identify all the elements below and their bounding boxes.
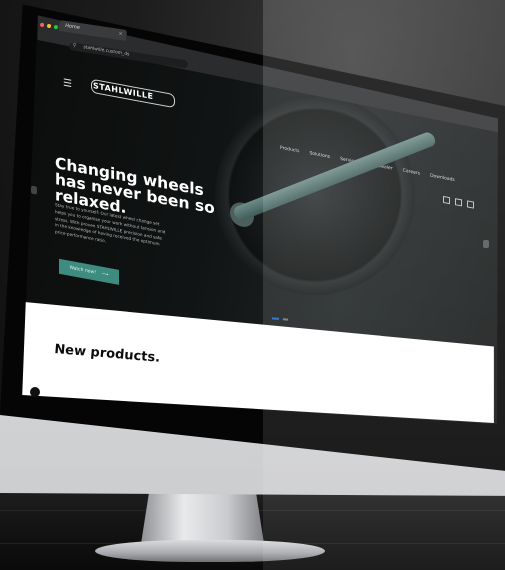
minimize-window-button[interactable] xyxy=(46,23,52,29)
language-icon[interactable] xyxy=(467,200,474,209)
tab-title: Home xyxy=(64,22,81,31)
watch-now-button[interactable]: Watch now! ⟶ xyxy=(59,258,119,285)
monitor-stand-base xyxy=(95,540,325,562)
cta-label: Watch now! xyxy=(69,265,97,276)
close-window-button[interactable] xyxy=(39,22,45,28)
nav-item[interactable]: Products xyxy=(280,146,299,155)
product-bullet-icon xyxy=(30,387,40,397)
lock-icon: ⚲ xyxy=(72,42,77,49)
nav-item[interactable]: Careers xyxy=(403,168,420,176)
tab-close-icon[interactable]: × xyxy=(118,31,123,38)
slider-next-arrow[interactable] xyxy=(483,240,489,248)
hamburger-menu-icon[interactable]: ☰ xyxy=(63,77,72,90)
arrow-right-icon: ⟶ xyxy=(102,271,109,278)
torque-wrench-image xyxy=(231,130,438,223)
nav-item[interactable]: Downloads xyxy=(430,174,455,184)
maximize-window-button[interactable] xyxy=(53,24,59,30)
slider-prev-arrow[interactable] xyxy=(31,185,37,195)
slider-dot[interactable] xyxy=(282,318,289,321)
cart-icon[interactable] xyxy=(455,198,462,207)
nav-item[interactable]: Solutions xyxy=(309,151,330,160)
header-icons xyxy=(443,195,474,209)
imac-monitor: Home × ⚲ stahlwille.custom_ds ☰ STAHLWIL… xyxy=(0,0,505,570)
search-icon[interactable] xyxy=(443,195,450,205)
